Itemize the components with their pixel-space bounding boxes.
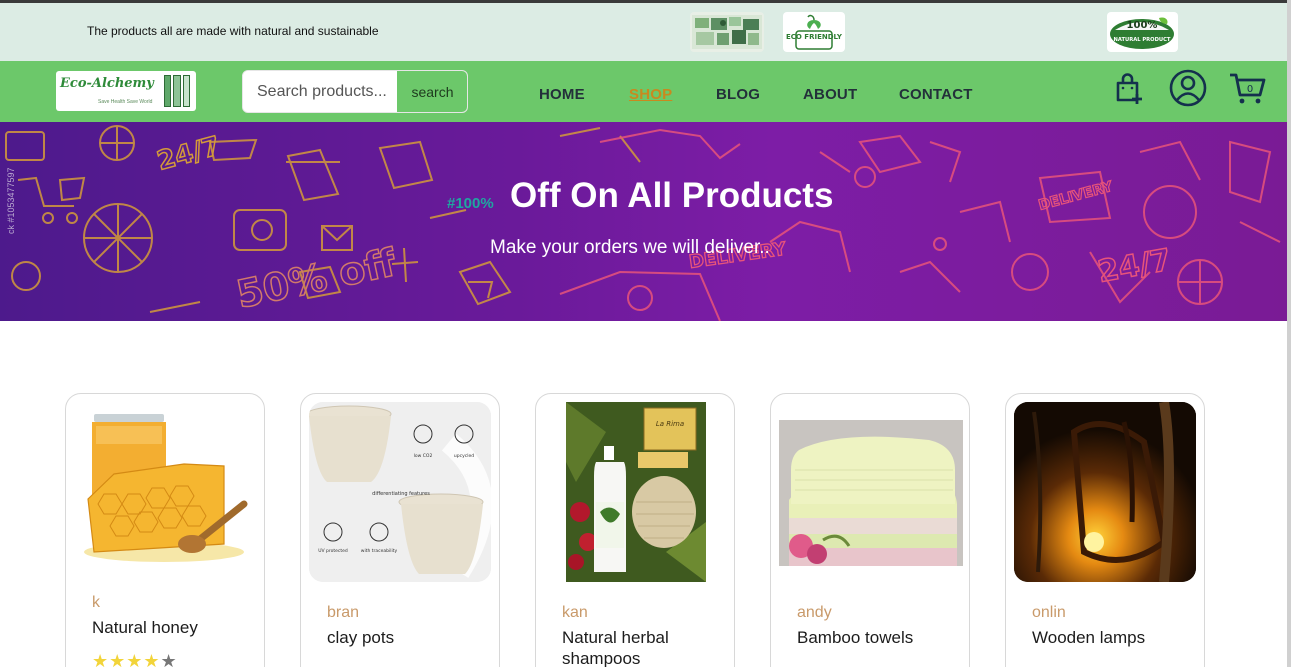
nav-shop[interactable]: SHOP xyxy=(629,86,672,103)
search-box: search xyxy=(242,70,468,113)
product-card[interactable]: onlin Wooden lamps xyxy=(1005,393,1205,667)
logo-name: Eco-Alchemy xyxy=(60,76,154,91)
hero-subtitle: Make your orders we will deliver.. xyxy=(490,237,770,258)
product-card[interactable]: low CO2 upcycled differentiating feature… xyxy=(300,393,500,667)
doodle-text-247-right: 24/7 xyxy=(1095,243,1174,290)
pot-label-uv: UV protected xyxy=(318,548,348,554)
product-vendor: kan xyxy=(562,604,588,621)
product-rating-stars: ★★★★★ xyxy=(92,651,178,667)
product-image-shampoo[interactable]: La Rima xyxy=(566,402,706,582)
product-image-towels[interactable] xyxy=(779,420,963,566)
main-navbar: Eco-Alchemy Save Health Save World searc… xyxy=(0,61,1287,122)
pot-label-upcycled: upcycled xyxy=(454,453,474,459)
product-card[interactable]: andy Bamboo towels xyxy=(770,393,970,667)
hero-doodle-background: 24/7 50% off DELIVERY DELIVERY 24/7 xyxy=(5,125,1281,321)
product-vendor: bran xyxy=(327,604,360,621)
product-image-lamps[interactable] xyxy=(1014,402,1196,582)
eco-badge-label-top: ECO FRIENDLY xyxy=(786,33,843,41)
product-name[interactable]: clay pots xyxy=(327,627,497,648)
doodle-text-50off: 50% off xyxy=(233,240,401,317)
product-name[interactable]: Natural herbal shampoos xyxy=(562,627,732,667)
hero-side-watermark: ck #1053477597 xyxy=(6,167,16,234)
announcement-text: The products all are made with natural a… xyxy=(87,24,379,38)
page-scrollbar[interactable] xyxy=(1287,0,1291,667)
pot-label-traceability: with traceability xyxy=(361,548,398,554)
product-image-clay-pots[interactable]: low CO2 upcycled differentiating feature… xyxy=(309,402,491,582)
shopping-bag-add-icon[interactable] xyxy=(1113,73,1147,112)
logo-tagline: Save Health Save World xyxy=(98,99,153,105)
shampoo-brand-label: La Rima xyxy=(656,420,684,428)
hero-banner: 24/7 50% off DELIVERY DELIVERY 24/7 ck #… xyxy=(0,122,1287,321)
product-name[interactable]: Natural honey xyxy=(92,617,262,638)
product-vendor: andy xyxy=(797,604,832,621)
nav-blog[interactable]: BLOG xyxy=(716,86,760,103)
product-name[interactable]: Bamboo towels xyxy=(797,627,967,648)
site-logo[interactable]: Eco-Alchemy Save Health Save World xyxy=(56,71,196,111)
product-card[interactable]: La Rima kan Natural herbal shampoos xyxy=(535,393,735,667)
product-vendor: onlin xyxy=(1032,604,1066,621)
natural-badge-percent: 100% xyxy=(1127,20,1158,31)
eco-collage-badge-icon xyxy=(690,12,764,52)
hero-headline: Off On All Products xyxy=(510,176,834,215)
user-account-icon[interactable] xyxy=(1167,67,1209,114)
pot-label-low-co2: low CO2 xyxy=(414,453,433,459)
natural-product-badge-icon: 100% NATURAL PRODUCT xyxy=(1107,12,1178,52)
natural-badge-label: NATURAL PRODUCT xyxy=(1114,37,1171,43)
nav-home[interactable]: HOME xyxy=(539,86,585,103)
product-card[interactable]: k Natural honey ★★★★★ xyxy=(65,393,265,667)
hero-percent: #100% xyxy=(447,195,494,212)
eco-friendly-badge-icon: ECO FRIENDLY xyxy=(783,12,845,52)
logo-mark-icon xyxy=(164,75,190,107)
nav-contact[interactable]: CONTACT xyxy=(899,86,973,103)
nav-about[interactable]: ABOUT xyxy=(803,86,857,103)
cart-icon[interactable]: 0 xyxy=(1228,71,1268,112)
announcement-bar: The products all are made with natural a… xyxy=(0,3,1287,61)
product-name[interactable]: Wooden lamps xyxy=(1032,627,1202,648)
doodle-text-247-left: 24/7 xyxy=(154,131,223,176)
pot-label-features: differentiating features xyxy=(372,491,430,497)
product-image-honey[interactable] xyxy=(74,404,256,566)
doodle-text-delivery-right: DELIVERY xyxy=(1037,179,1115,214)
search-input[interactable] xyxy=(243,71,397,112)
search-button[interactable]: search xyxy=(397,71,467,112)
cart-count-badge: 0 xyxy=(1247,84,1253,95)
product-vendor: k xyxy=(92,594,100,611)
